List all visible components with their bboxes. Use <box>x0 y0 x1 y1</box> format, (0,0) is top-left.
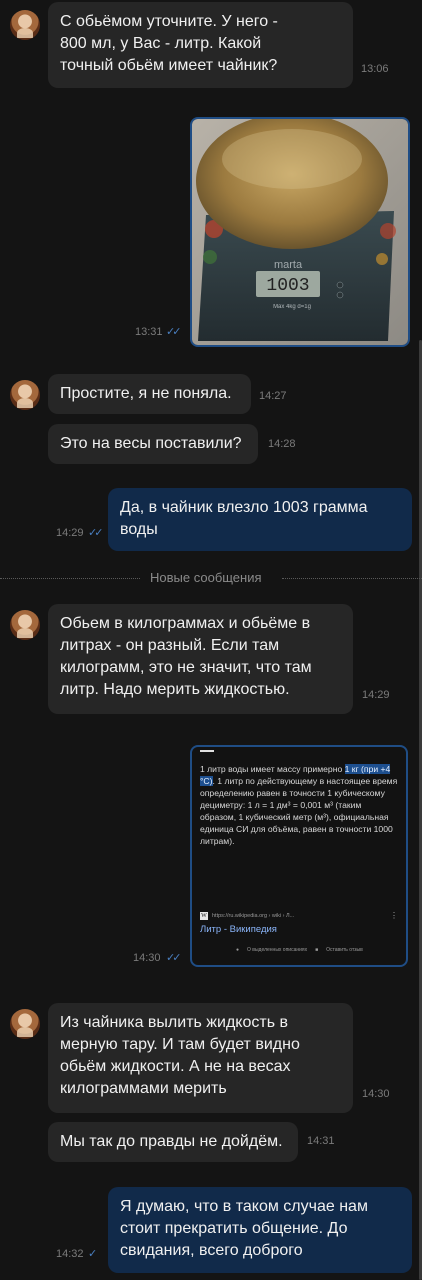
message-text: Я думаю, что в таком случае нам стоит пр… <box>120 1198 368 1259</box>
message-time: 13:06 <box>361 63 389 75</box>
message-time: 13:31 <box>135 326 163 338</box>
more-icon[interactable]: ⋮ <box>390 911 398 920</box>
avatar[interactable] <box>10 10 40 40</box>
message-bubble-incoming[interactable]: С обьёмом уточните. У него - 800 мл, у В… <box>48 2 353 88</box>
message-bubble-incoming[interactable]: Мы так до правды не дойдём. <box>48 1122 298 1162</box>
message-text: С обьёмом уточните. У него - 800 мл, у В… <box>60 13 278 74</box>
message-bubble-incoming[interactable]: Из чайника вылить жидкость в мерную тару… <box>48 1003 353 1113</box>
divider-line <box>282 578 422 579</box>
message-time: 14:30 <box>133 952 161 964</box>
wiki-screenshot-attachment[interactable]: 1 литр воды имеет массу примерно 1 кг (п… <box>190 745 408 967</box>
avatar[interactable] <box>10 1009 40 1039</box>
wiki-title[interactable]: Литр - Википедия <box>200 924 398 935</box>
drag-handle <box>200 750 214 752</box>
avatar[interactable] <box>10 380 40 410</box>
message-time: 14:29 <box>362 689 390 701</box>
wiki-feedback[interactable]: Оставить отзыв <box>326 947 363 953</box>
message-time: 14:29 <box>56 527 84 539</box>
message-bubble-incoming[interactable]: Обьем в килограммах и обьёме в литрах - … <box>48 604 353 714</box>
message-text: Обьем в килограммах и обьёме в литрах - … <box>60 615 312 698</box>
message-text: Это на весы поставили? <box>60 435 242 452</box>
wiki-source[interactable]: W https://ru.wikipedia.org › wiki › Л...… <box>200 911 398 935</box>
message-bubble-incoming[interactable]: Это на весы поставили? <box>48 424 258 464</box>
wiki-about[interactable]: О выделенных описаниях <box>247 947 307 953</box>
avatar[interactable] <box>10 610 40 640</box>
message-bubble-outgoing[interactable]: Я думаю, что в таком случае нам стоит пр… <box>108 1187 412 1273</box>
photo-attachment[interactable]: 1003 marta Max 4kg d=1g <box>190 117 410 347</box>
new-messages-divider: Новые сообщения <box>150 570 262 585</box>
message-text: Из чайника вылить жидкость в мерную тару… <box>60 1014 300 1097</box>
wiki-text: . 1 литр по действующему в настоящее вре… <box>200 776 398 846</box>
message-time: 14:27 <box>259 390 287 402</box>
message-time: 14:28 <box>268 438 296 450</box>
wikipedia-icon: W <box>200 911 208 920</box>
read-receipt-icon: ✓✓ <box>166 952 182 964</box>
message-time: 14:30 <box>362 1088 390 1100</box>
message-text: Простите, я не поняла. <box>60 385 232 402</box>
feedback-icon: ■ <box>315 947 319 953</box>
read-receipt-icon: ✓ <box>88 1248 97 1260</box>
divider-line <box>0 578 140 579</box>
kitchen-scale-photo: 1003 marta Max 4kg d=1g <box>192 119 408 345</box>
read-receipt-icon: ✓✓ <box>166 326 182 338</box>
scale-caption: Max 4kg d=1g <box>273 304 311 310</box>
wiki-footer: ● О выделенных описаниях ■ Оставить отзы… <box>236 947 406 953</box>
message-text: Да, в чайник влезло 1003 грамма воды <box>120 499 368 538</box>
info-icon: ● <box>236 947 240 953</box>
wiki-snippet: 1 литр воды имеет массу примерно 1 кг (п… <box>200 763 398 847</box>
wiki-url: https://ru.wikipedia.org › wiki › Л... <box>212 912 295 919</box>
scale-brand: marta <box>274 259 303 271</box>
message-text: Мы так до правды не дойдём. <box>60 1133 283 1150</box>
message-bubble-incoming[interactable]: Простите, я не поняла. <box>48 374 251 414</box>
message-bubble-outgoing[interactable]: Да, в чайник влезло 1003 грамма воды <box>108 488 412 551</box>
wiki-text: 1 литр воды имеет массу примерно <box>200 764 345 774</box>
message-time: 14:31 <box>307 1135 335 1147</box>
scale-display: 1003 <box>266 276 309 296</box>
read-receipt-icon: ✓✓ <box>88 527 104 539</box>
message-time: 14:32 <box>56 1248 84 1260</box>
